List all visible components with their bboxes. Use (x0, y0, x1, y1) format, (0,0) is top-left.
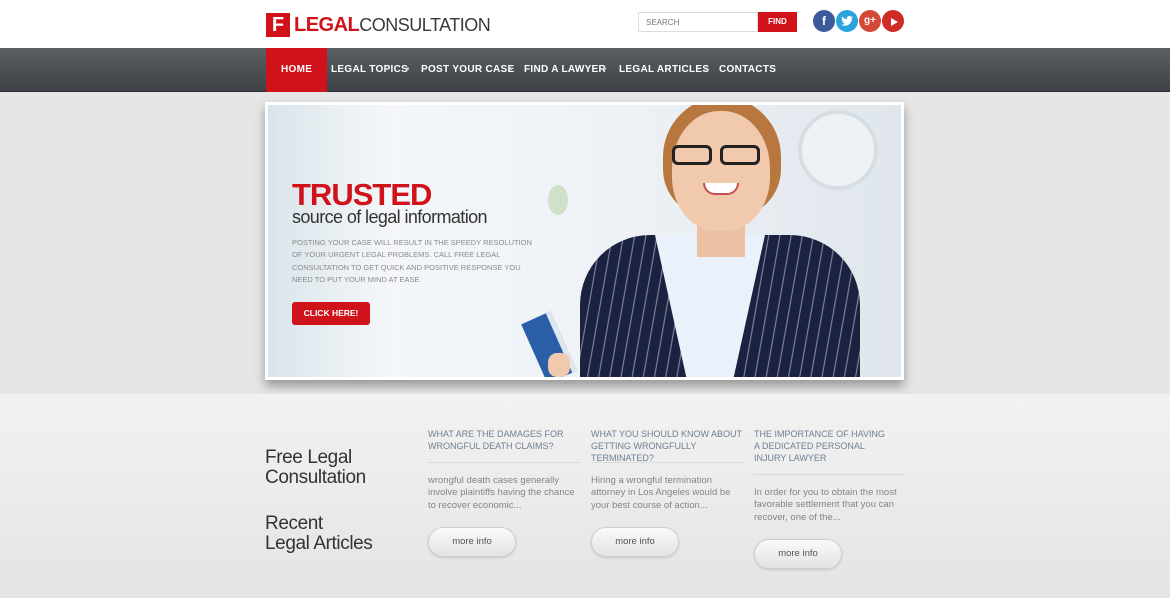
article-title[interactable]: WHAT ARE THE DAMAGES FOR WRONGFUL DEATH … (428, 428, 568, 452)
nav-home[interactable]: HOME (266, 48, 328, 92)
youtube-icon[interactable] (882, 10, 904, 32)
nav-separator: • (509, 64, 513, 75)
divider (754, 474, 906, 475)
logo-text-legal: LEGAL (294, 13, 360, 36)
twitter-icon[interactable] (836, 10, 858, 32)
nav-separator: • (704, 64, 708, 75)
article-excerpt: Hiring a wrongful termination attorney i… (591, 475, 731, 511)
heading-line: Recent (265, 513, 323, 534)
more-info-button[interactable]: more info (591, 527, 679, 557)
nav-separator: • (603, 64, 607, 75)
logo-text-consultation: CONSULTATION (359, 14, 491, 35)
divider (591, 462, 743, 463)
site-logo[interactable]: F LEGAL CONSULTATION (266, 13, 491, 37)
play-icon (890, 17, 898, 26)
free-consultation-heading[interactable]: Free Legal Consultation (265, 448, 366, 488)
main-nav: HOME LEGAL TOPICS • POST YOUR CASE • FIN… (0, 48, 1170, 92)
divider (428, 462, 580, 463)
heading-line: Free Legal (265, 447, 352, 468)
google-plus-icon[interactable]: g+ (859, 10, 881, 32)
nav-contacts[interactable]: CONTACTS (719, 48, 776, 92)
recent-articles-heading: Recent Legal Articles (265, 513, 373, 554)
woman-hand (548, 353, 570, 377)
nav-post-your-case[interactable]: POST YOUR CASE (421, 48, 514, 92)
heading-line: Legal Articles (265, 533, 373, 554)
heading-line: Consultation (265, 467, 366, 488)
article-excerpt: wrongful death cases generally involve p… (428, 475, 575, 511)
article-excerpt: In order for you to obtain the most favo… (754, 487, 897, 523)
woman-face (672, 111, 770, 231)
content-section (0, 394, 1170, 600)
article-title[interactable]: WHAT YOU SHOULD KNOW ABOUT GETTING WRONG… (591, 428, 746, 464)
search-input[interactable] (638, 12, 758, 32)
hero-subtitle: source of legal information (292, 207, 488, 227)
more-info-button[interactable]: more info (428, 527, 516, 557)
nav-separator: • (406, 64, 410, 75)
nav-legal-topics[interactable]: LEGAL TOPICS (331, 48, 408, 92)
hero-description: POSTING YOUR CASE WILL RESULT IN THE SPE… (292, 238, 532, 284)
hero-woman-image (520, 105, 860, 377)
more-info-button[interactable]: more info (754, 539, 842, 569)
logo-icon: F (266, 13, 290, 37)
site-header: F LEGAL CONSULTATION FIND f g+ (0, 0, 1170, 48)
facebook-icon[interactable]: f (813, 10, 835, 32)
find-button[interactable]: FIND (758, 12, 797, 32)
nav-legal-articles[interactable]: LEGAL ARTICLES (619, 48, 709, 92)
article-title[interactable]: THE IMPORTANCE OF HAVING A DEDICATED PER… (754, 428, 889, 464)
glasses-icon (720, 145, 760, 165)
glasses-icon (672, 145, 712, 165)
click-here-button[interactable]: CLICK HERE! (292, 302, 370, 325)
nav-find-a-lawyer[interactable]: FIND A LAWYER (524, 48, 606, 92)
